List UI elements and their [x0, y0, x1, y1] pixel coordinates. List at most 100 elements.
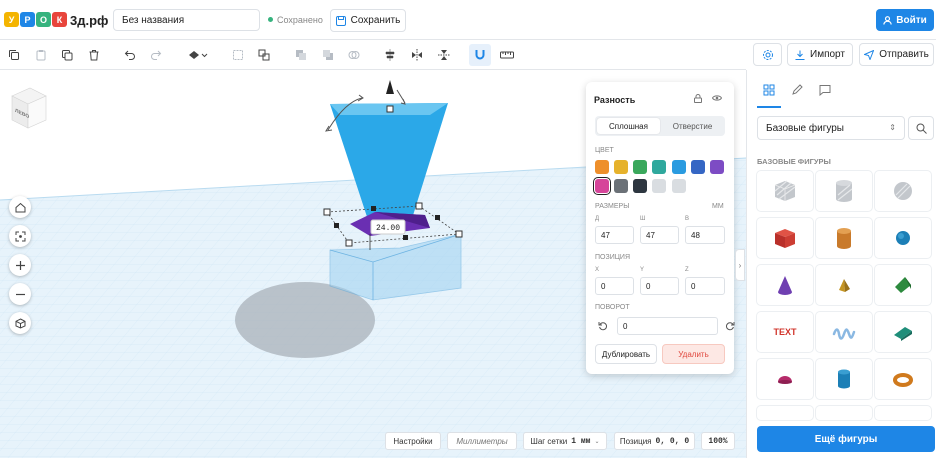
color-label: ЦВЕТ	[595, 147, 614, 154]
send-button[interactable]: Отправить	[859, 43, 934, 66]
trash-icon[interactable]	[86, 47, 102, 63]
visibility-icon[interactable]	[186, 47, 210, 63]
shape-tile-cone[interactable]	[757, 265, 813, 305]
color-swatch[interactable]	[691, 160, 705, 174]
zoom-level[interactable]: 100%	[701, 432, 735, 450]
import-button[interactable]: Импорт	[787, 43, 853, 66]
shapes-tab[interactable]	[761, 82, 777, 98]
shape-tile-box-hole[interactable]	[757, 171, 813, 211]
length-input[interactable]: 47	[595, 226, 634, 244]
color-swatch[interactable]	[595, 160, 609, 174]
copy-icon[interactable]	[6, 47, 22, 63]
floppy-icon	[335, 15, 346, 26]
shape-search-button[interactable]	[908, 116, 934, 140]
intersect-icon[interactable]	[346, 47, 362, 63]
rotate-right-button[interactable]	[724, 319, 736, 333]
login-button[interactable]: Войти	[876, 9, 934, 31]
shape-tile[interactable]	[875, 406, 931, 420]
tab-hole[interactable]: Отверстие	[662, 118, 723, 134]
ruler-icon[interactable]	[499, 47, 515, 63]
zoom-in-button[interactable]	[9, 254, 31, 276]
x-input[interactable]: 0	[595, 277, 634, 295]
tab-solid[interactable]: Сплошная	[597, 118, 660, 134]
y-input[interactable]: 0	[640, 277, 679, 295]
shape-tile-sphere[interactable]	[875, 218, 931, 258]
layer-icon[interactable]	[293, 47, 309, 63]
search-icon	[916, 123, 927, 134]
home-icon	[15, 202, 25, 212]
ungroup-icon[interactable]	[256, 47, 272, 63]
rotate-left-button[interactable]	[596, 319, 610, 333]
color-swatch[interactable]	[652, 160, 666, 174]
undo-icon[interactable]	[122, 47, 138, 63]
draw-tab[interactable]	[789, 82, 805, 98]
logo-domain[interactable]: 3д.рф	[70, 13, 108, 28]
home-view-button[interactable]	[9, 196, 31, 218]
align-icon[interactable]	[382, 47, 398, 63]
shape-tile-text[interactable]: TEXT	[757, 312, 813, 352]
logo[interactable]: У Р О К	[4, 12, 67, 27]
shape-tile-sphere-hole[interactable]	[875, 171, 931, 211]
shape-tile[interactable]	[757, 406, 813, 420]
shape-tile[interactable]	[816, 406, 872, 420]
color-swatch[interactable]	[672, 160, 686, 174]
mirror-icon[interactable]	[409, 47, 425, 63]
grid-step-value: 1 мм	[571, 436, 591, 446]
redo-icon[interactable]	[148, 47, 164, 63]
shape-tile-cylinder[interactable]	[816, 218, 872, 258]
shape-tile-cylinder-hole[interactable]	[816, 171, 872, 211]
shape-tile-torus[interactable]	[875, 359, 931, 399]
shape-tile-roof[interactable]	[875, 265, 931, 305]
width-input[interactable]: 47	[640, 226, 679, 244]
lift-handle[interactable]	[386, 80, 394, 94]
color-swatch[interactable]	[614, 179, 628, 193]
logo-letter: У	[4, 12, 19, 27]
units-button[interactable]: Миллиметры	[447, 432, 517, 450]
shape-tile-tube[interactable]	[816, 359, 872, 399]
color-swatch[interactable]	[633, 160, 647, 174]
duplicate-button[interactable]: Дублировать	[595, 344, 657, 364]
color-swatch[interactable]	[633, 179, 647, 193]
pencil-icon	[792, 84, 803, 95]
inspector-title: Разность	[594, 95, 636, 105]
shape-tile-scribble[interactable]	[816, 312, 872, 352]
shape-tile-box[interactable]	[757, 218, 813, 258]
settings-status-button[interactable]: Настройки	[385, 432, 441, 450]
color-swatch[interactable]	[672, 179, 686, 193]
shape-tile-half-sphere[interactable]	[757, 359, 813, 399]
color-swatch[interactable]	[614, 160, 628, 174]
shape-tile-wedge[interactable]	[875, 312, 931, 352]
delete-button[interactable]: Удалить	[662, 344, 725, 364]
fit-view-button[interactable]	[9, 225, 31, 247]
comments-tab[interactable]	[817, 82, 833, 98]
settings-button[interactable]	[753, 43, 782, 66]
magnet-icon[interactable]	[469, 44, 491, 66]
shape-tile-pyramid[interactable]	[816, 265, 872, 305]
save-button[interactable]: Сохранить	[330, 9, 406, 32]
height-input[interactable]: 48	[685, 226, 725, 244]
more-shapes-button[interactable]: Ещё фигуры	[757, 426, 935, 452]
color-swatch[interactable]	[710, 160, 724, 174]
z-input[interactable]: 0	[685, 277, 725, 295]
duplicate-icon[interactable]	[59, 47, 75, 63]
saved-status: Сохранено	[268, 15, 323, 25]
top-bar: У Р О К 3д.рф Без названия Сохранено Сох…	[0, 0, 936, 40]
lock-icon[interactable]	[694, 94, 702, 103]
project-title-input[interactable]: Без названия	[113, 9, 260, 31]
eye-icon[interactable]	[712, 94, 722, 102]
send-icon	[864, 49, 875, 60]
shape-category-select[interactable]: Базовые фигуры ⇕	[757, 116, 905, 140]
position-readout-value: 0, 0, 0	[655, 436, 690, 446]
paste-icon[interactable]	[33, 47, 49, 63]
layer-back-icon[interactable]	[320, 47, 336, 63]
collapse-sidebar-button[interactable]: ›	[735, 249, 745, 281]
group-icon[interactable]	[230, 47, 246, 63]
grid-step-select[interactable]: Шаг сетки 1 мм ⌄	[523, 432, 607, 450]
rotation-input[interactable]: 0	[617, 317, 718, 335]
zoom-out-button[interactable]	[9, 283, 31, 305]
flip-icon[interactable]	[436, 47, 452, 63]
color-swatch[interactable]	[652, 179, 666, 193]
color-swatch-selected[interactable]	[593, 177, 611, 195]
perspective-button[interactable]	[9, 312, 31, 334]
chevron-updown-icon: ⇕	[889, 123, 896, 132]
